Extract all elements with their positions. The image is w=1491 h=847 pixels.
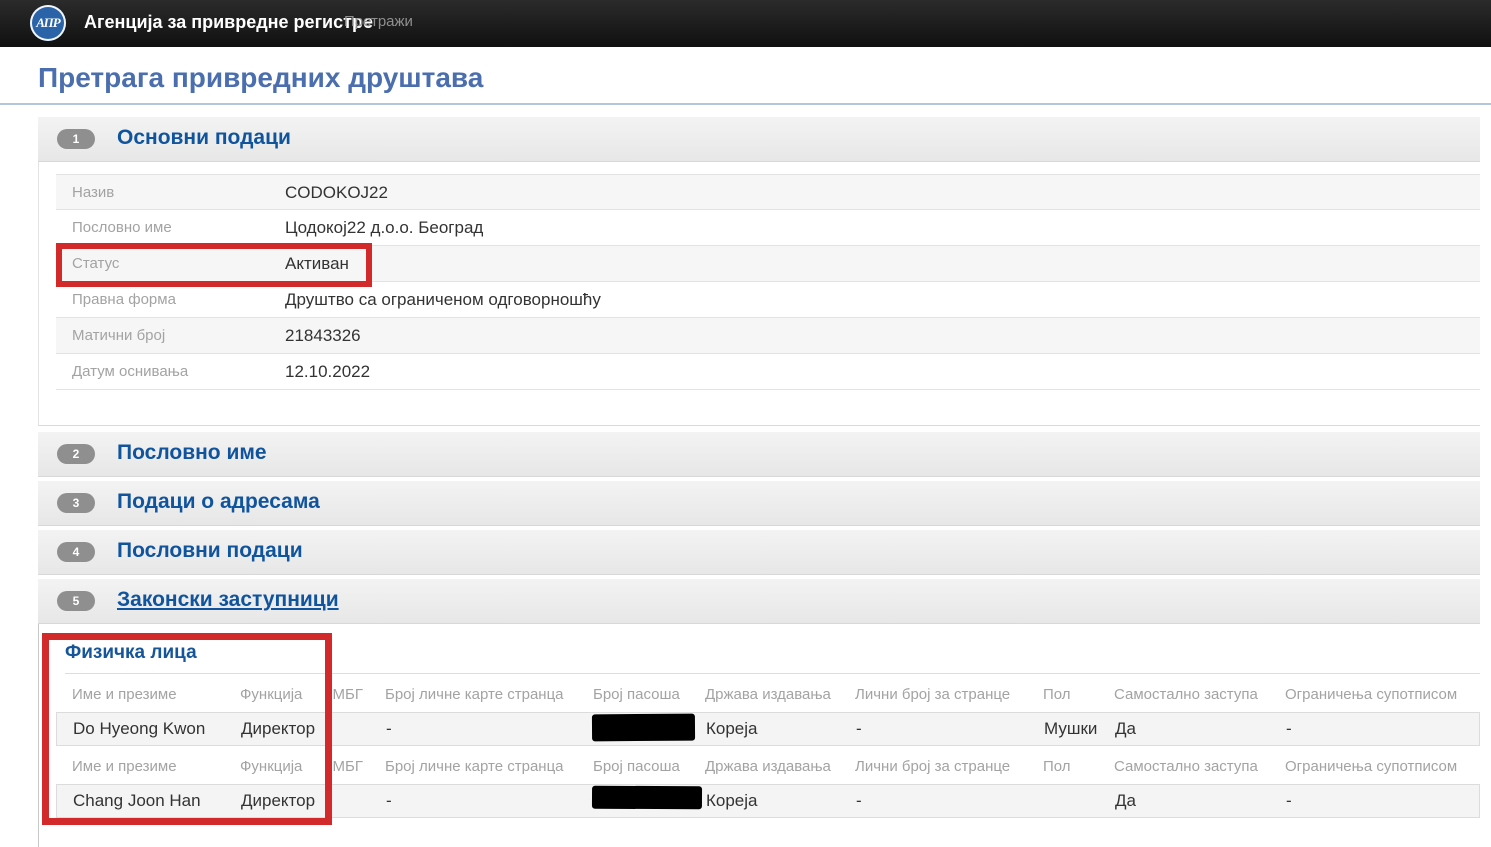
- section-number-badge: 3: [57, 493, 95, 513]
- row-value: 21843326: [285, 326, 361, 346]
- cell-gender: Мушки: [1044, 719, 1097, 739]
- row-maticni-broj: Матични број 21843326: [56, 318, 1480, 354]
- section-title-business-name[interactable]: Пословно име: [117, 441, 267, 465]
- section-bar-business-data[interactable]: 4 Пословни подаци: [38, 530, 1480, 575]
- col-header-cosign-limit: Ограничења супотписом: [1285, 758, 1457, 775]
- cell-country: Кореја: [706, 791, 758, 811]
- col-header-passport: Број пасоша: [593, 758, 680, 775]
- col-header-id-card: Број личне карте странца: [385, 686, 564, 703]
- col-header-personal-no: Лични број за странце: [855, 686, 1010, 703]
- cell-sole-rep: Да: [1115, 791, 1136, 811]
- passport-redaction-box: [592, 714, 695, 742]
- apr-logo-text: АПР: [36, 15, 59, 31]
- section-title-basic-data[interactable]: Основни подаци: [117, 126, 291, 150]
- section-bar-business-name[interactable]: 2 Пословно име: [38, 432, 1480, 477]
- col-header-personal-no: Лични број за странце: [855, 758, 1010, 775]
- row-value: Цодокој22 д.о.о. Београд: [285, 218, 483, 238]
- passport-redaction-box: [592, 786, 702, 810]
- cell-id-card: -: [386, 719, 392, 739]
- row-value: 12.10.2022: [285, 362, 370, 382]
- row-pravna-forma: Правна форма Друштво са ограниченом одго…: [56, 282, 1480, 318]
- row-poslovno-ime: Пословно име Цодокој22 д.о.о. Београд: [56, 210, 1480, 246]
- section-bar-legal-representatives[interactable]: 5 Законски заступници: [38, 579, 1480, 624]
- section-title-addresses[interactable]: Подаци о адресама: [117, 490, 320, 514]
- top-navbar: АПР Агенција за привредне регистре Претр…: [0, 0, 1491, 47]
- row-label: Матични број: [72, 327, 165, 344]
- row-label: Пословно име: [72, 219, 172, 236]
- col-header-gender: Пол: [1043, 758, 1071, 775]
- section-title-business-data[interactable]: Пословни подаци: [117, 539, 303, 563]
- row-naziv: Назив CODOKOJ22: [56, 174, 1480, 210]
- annotation-box-individuals: [42, 633, 332, 825]
- row-label: Датум оснивања: [72, 363, 188, 380]
- section-bar-addresses[interactable]: 3 Подаци о адресама: [38, 481, 1480, 526]
- col-header-sole-rep: Самостално заступа: [1114, 686, 1258, 703]
- col-header-passport: Број пасоша: [593, 686, 680, 703]
- section-number-badge: 2: [57, 444, 95, 464]
- nav-item-search[interactable]: Претражи: [344, 13, 413, 30]
- annotation-box-status: [56, 243, 372, 287]
- brand-title[interactable]: Агенција за привредне регистре: [84, 12, 373, 33]
- cell-sole-rep: Да: [1115, 719, 1136, 739]
- cell-personal-no: -: [856, 791, 862, 811]
- col-header-country: Држава издавања: [705, 758, 831, 775]
- section-number-badge: 5: [57, 591, 95, 611]
- cell-id-card: -: [386, 791, 392, 811]
- col-header-id-card: Број личне карте странца: [385, 758, 564, 775]
- cell-cosign-limit: -: [1286, 791, 1292, 811]
- col-header-gender: Пол: [1043, 686, 1071, 703]
- section-title-legal-representatives[interactable]: Законски заступници: [117, 588, 339, 612]
- col-header-cosign-limit: Ограничења супотписом: [1285, 686, 1457, 703]
- col-header-country: Држава издавања: [705, 686, 831, 703]
- section-bar-basic-data[interactable]: 1 Основни подаци: [38, 117, 1480, 162]
- row-datum-osnivanja: Датум оснивања 12.10.2022: [56, 354, 1480, 390]
- cell-personal-no: -: [856, 719, 862, 739]
- page-title: Претрага привредних друштава: [38, 62, 483, 94]
- row-value: CODOKOJ22: [285, 183, 388, 203]
- cell-country: Кореја: [706, 719, 758, 739]
- row-label: Правна форма: [72, 291, 176, 308]
- title-divider: [0, 103, 1491, 105]
- col-header-sole-rep: Самостално заступа: [1114, 758, 1258, 775]
- row-label: Назив: [72, 184, 114, 201]
- cell-cosign-limit: -: [1286, 719, 1292, 739]
- apr-logo-icon[interactable]: АПР: [30, 5, 66, 41]
- section-number-badge: 4: [57, 542, 95, 562]
- row-value: Друштво са ограниченом одговорношћу: [285, 290, 601, 310]
- section-number-badge: 1: [57, 129, 95, 149]
